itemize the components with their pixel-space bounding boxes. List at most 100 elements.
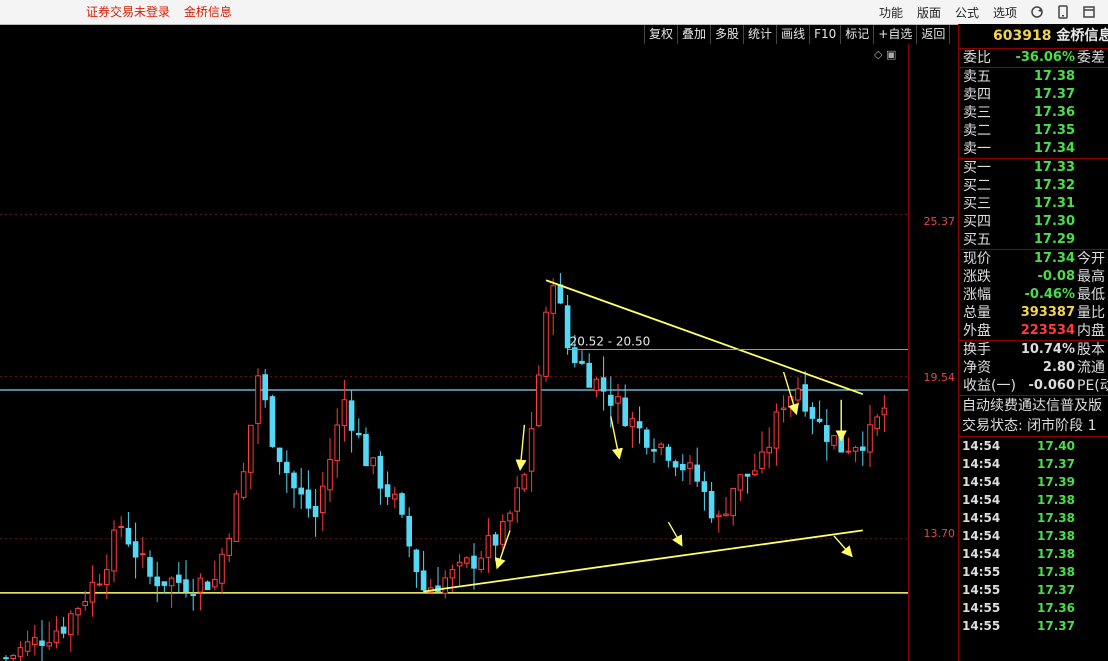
menu-formula[interactable]: 公式	[955, 4, 979, 21]
quote-panel: 603918 金桥信息 委比 -36.06% 委差 卖五 17.38 卖四 17.37…	[958, 24, 1108, 661]
weicha-label: 委差	[1077, 50, 1105, 66]
toolbar-statistics[interactable]: 统计	[743, 25, 776, 44]
candle-body	[701, 481, 708, 492]
candle-body	[140, 553, 146, 556]
sell-row[interactable]: 卖三 17.36	[959, 104, 1108, 122]
stat-label: 总量	[963, 305, 991, 321]
candle-body	[348, 400, 355, 431]
stat-value: -0.08	[1037, 269, 1075, 284]
window-icon[interactable]	[1082, 5, 1096, 19]
candle-body	[327, 459, 333, 491]
candle-body	[629, 418, 636, 428]
sell-label: 卖五	[963, 69, 991, 85]
sell-label: 卖二	[963, 123, 991, 139]
tick-row: 14:54 17.39	[959, 473, 1108, 491]
menu-function[interactable]: 功能	[879, 4, 903, 21]
buy-row[interactable]: 买二 17.32	[959, 177, 1108, 195]
candle-body	[860, 446, 866, 451]
toolbar-back[interactable]: 返回	[916, 25, 951, 44]
tick-row: 14:54 17.38	[959, 509, 1108, 527]
sync-icon[interactable]	[1030, 5, 1044, 19]
candle-body	[197, 577, 204, 593]
candle-body	[730, 487, 737, 517]
toolbar-add-watchlist[interactable]: +自选	[873, 25, 916, 44]
sell-value: 17.37	[1033, 87, 1075, 102]
toolbar-mark[interactable]: 标记	[840, 25, 873, 44]
stock-header: 603918 金桥信息	[959, 24, 1108, 49]
tick-price: 17.37	[1037, 583, 1075, 597]
candle-body	[586, 362, 593, 388]
buy-row[interactable]: 买三 17.31	[959, 195, 1108, 213]
maximize-icon[interactable]: ▣	[886, 48, 896, 61]
candle-body	[269, 396, 276, 447]
candle-body	[449, 569, 456, 579]
stat-label: 现价	[963, 251, 991, 267]
toolbar-multi-stock[interactable]: 多股	[710, 25, 743, 44]
toolbar-f10[interactable]: F10	[809, 25, 840, 44]
candle-body	[442, 577, 448, 594]
fund-row[interactable]: 换手 10.74% 股本	[959, 341, 1108, 359]
login-status-text: 证券交易未登录	[86, 5, 171, 19]
stat-value: 223534	[1020, 323, 1075, 338]
fund-row[interactable]: 收益(一) -0.060PE(动	[959, 377, 1108, 395]
menu-layout[interactable]: 版面	[917, 4, 941, 21]
stat-row[interactable]: 涨跌 -0.08 最高	[959, 268, 1108, 286]
range-label: 20.52 - 20.50	[570, 334, 651, 348]
candle-body	[39, 640, 45, 646]
buy-label: 买三	[963, 196, 991, 212]
candle-body	[96, 583, 103, 586]
candle-body	[320, 485, 326, 514]
candle-body	[572, 347, 578, 364]
tick-row: 14:54 17.37	[959, 455, 1108, 473]
kline-chart[interactable]: 20.52 - 20.50	[0, 44, 908, 661]
stat-extra-label: 最低	[1077, 287, 1105, 303]
title-bar: 证券交易未登录 金桥信息 功能 版面 公式 选项	[0, 0, 1108, 25]
candle-body	[816, 418, 823, 422]
toolbar-overlay[interactable]: 叠加	[677, 25, 710, 44]
stat-row[interactable]: 总量 393387 量比	[959, 304, 1108, 322]
candle-body	[557, 284, 564, 304]
candle-body	[356, 432, 362, 436]
menu-options[interactable]: 选项	[993, 4, 1017, 21]
candle-body	[104, 569, 110, 586]
diamond-icon[interactable]: ◇	[874, 48, 882, 61]
tick-price: 17.37	[1037, 457, 1075, 471]
toolbar-draw-line[interactable]: 画线	[776, 25, 809, 44]
candle-body	[485, 535, 492, 558]
candle-body	[284, 461, 290, 474]
candle-body	[651, 448, 657, 452]
subscription-banner[interactable]: 自动续费通达信普及版	[959, 396, 1108, 416]
stat-row[interactable]: 外盘 223534 内盘	[959, 322, 1108, 340]
candle-body	[111, 529, 117, 572]
tick-list[interactable]: 14:54 17.40 14:54 17.37 14:54 17.39 14:54 17.38…	[959, 437, 1108, 635]
phone-icon[interactable]	[1056, 5, 1070, 19]
candle-body	[802, 384, 809, 412]
tick-time: 14:54	[962, 457, 1001, 471]
stat-row[interactable]: 现价 17.34 今开	[959, 250, 1108, 268]
buy-row[interactable]: 买五 17.29	[959, 231, 1108, 249]
tick-time: 14:54	[962, 511, 1001, 525]
buy-row[interactable]: 买一 17.33	[959, 159, 1108, 177]
tick-time: 14:54	[962, 529, 1001, 543]
tick-time: 14:54	[962, 439, 1001, 453]
tick-price: 17.39	[1037, 475, 1075, 489]
tick-price: 17.37	[1037, 619, 1075, 633]
candle-body	[672, 461, 679, 468]
sell-row[interactable]: 卖四 17.37	[959, 86, 1108, 104]
stat-row[interactable]: 涨幅 -0.46% 最低	[959, 286, 1108, 304]
tick-row: 14:55 17.37	[959, 617, 1108, 635]
buy-label: 买一	[963, 160, 991, 176]
candle-body	[874, 416, 881, 430]
sell-row[interactable]: 卖五 17.38	[959, 68, 1108, 86]
fund-row[interactable]: 净资 2.80 流通	[959, 359, 1108, 377]
sell-row[interactable]: 卖二 17.35	[959, 122, 1108, 140]
tick-row: 14:54 17.38	[959, 527, 1108, 545]
stock-code: 603918	[993, 28, 1052, 44]
candle-body	[550, 285, 557, 314]
toolbar-restore-rights[interactable]: 复权	[644, 25, 677, 44]
buy-row[interactable]: 买四 17.30	[959, 213, 1108, 231]
tick-row: 14:55 17.36	[959, 599, 1108, 617]
sell-row[interactable]: 卖一 17.34	[959, 140, 1108, 158]
fund-value: -0.060	[1028, 378, 1075, 393]
fund-label: 换手	[963, 342, 991, 358]
